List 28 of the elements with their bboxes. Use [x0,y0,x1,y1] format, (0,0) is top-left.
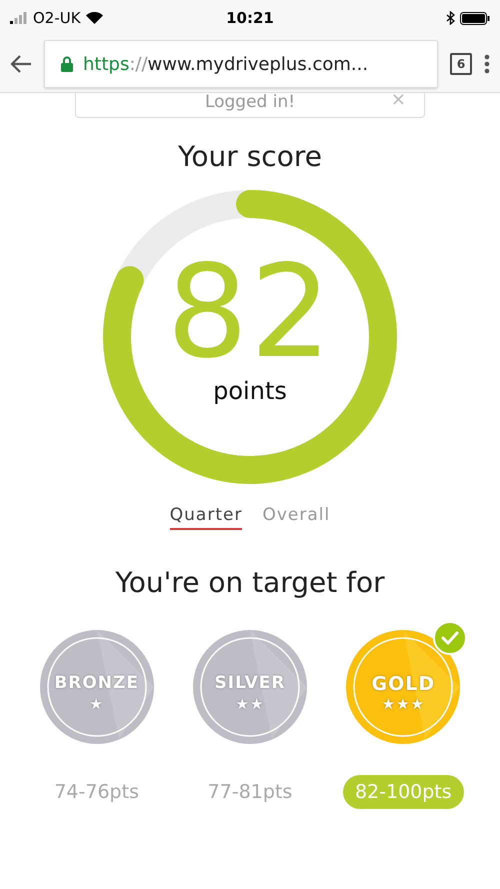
score-unit: points [213,377,287,405]
score-title: Your score [177,140,323,173]
notice-text: Logged in! [204,92,296,112]
medal-stars: ★★ [234,695,266,713]
medal-label: GOLD [370,673,436,695]
signal-icon [10,12,28,24]
points-range: 77-81pts [206,780,294,805]
period-tab[interactable]: Quarter [170,505,242,530]
wifi-icon [86,12,103,24]
check-icon [433,621,468,655]
points-range: 74-76pts [53,780,140,805]
tab-count-button[interactable]: 6 [450,53,472,75]
score-value: 82 [166,249,334,377]
bluetooth-icon [446,11,455,25]
carrier: O2-UK [33,9,81,27]
medal-stars: ★★★ [380,695,426,713]
address-bar[interactable]: https://www.mydriveplus.com... [44,40,438,88]
medal-label: SILVER [214,673,286,693]
medal-label: BRONZE [53,673,140,693]
medal-stars: ★ [88,695,105,713]
points-range: 82-100pts [342,775,464,809]
url-text: https://www.mydriveplus.com... [83,54,368,74]
back-icon[interactable] [10,54,32,74]
battery-icon [460,12,490,24]
clock: 10:21 [226,9,274,27]
menu-icon[interactable] [484,54,490,74]
lock-icon [61,56,73,72]
target-title: You're on target for [114,566,386,599]
